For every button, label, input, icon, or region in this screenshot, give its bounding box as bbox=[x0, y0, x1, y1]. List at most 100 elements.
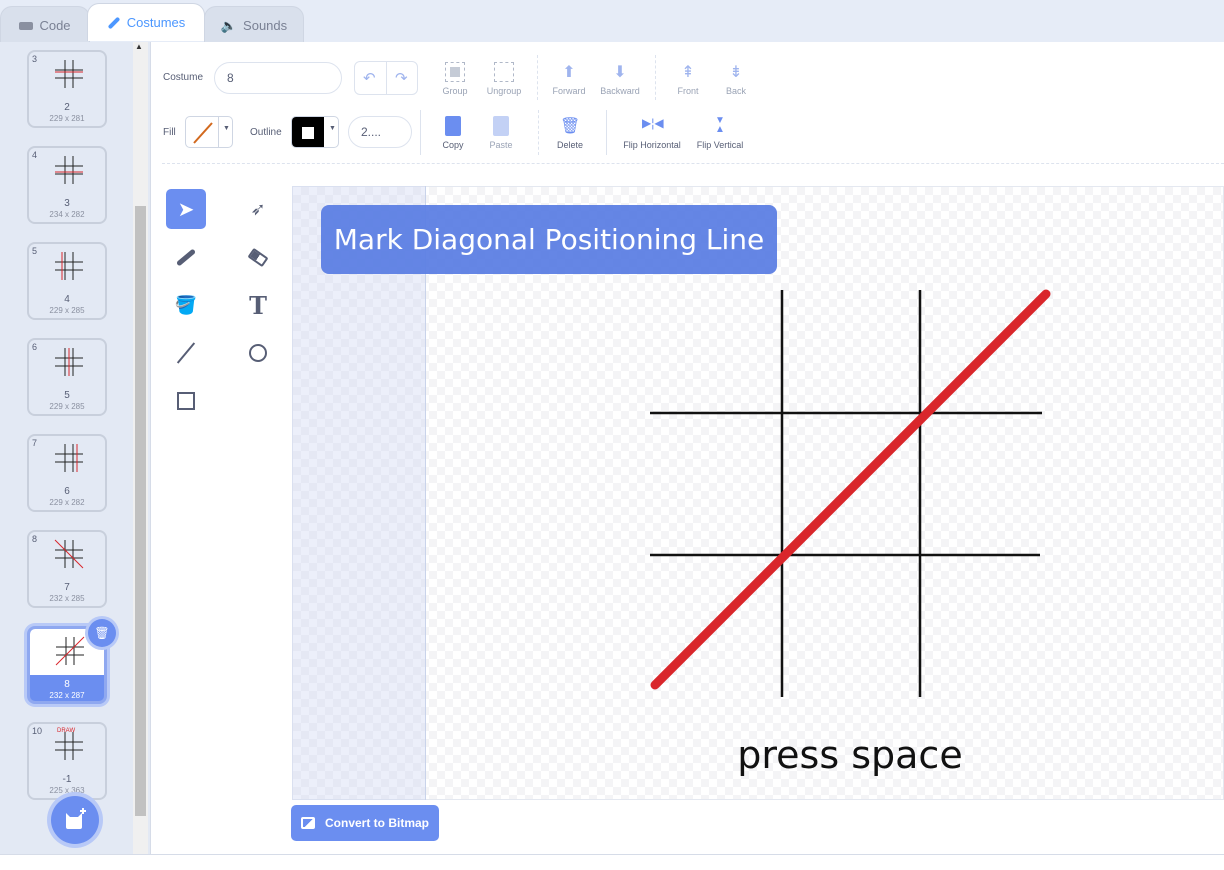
choose-costume-button[interactable] bbox=[51, 796, 99, 844]
bottom-bar bbox=[0, 854, 1224, 870]
outline-label: Outline bbox=[250, 127, 282, 138]
outline-width-input[interactable]: 2.... bbox=[348, 116, 412, 148]
brush-icon bbox=[107, 16, 121, 29]
convert-to-bitmap-button[interactable]: Convert to Bitmap bbox=[291, 805, 439, 841]
copy-button[interactable]: Copy bbox=[428, 116, 478, 150]
tab-sounds[interactable]: 🔈 Sounds bbox=[204, 6, 304, 44]
forward-icon: ⬆ bbox=[562, 64, 576, 81]
costume-size: 229 x 282 bbox=[49, 498, 85, 507]
costume-thumbnail[interactable]: 8 7 232 x 285 bbox=[27, 530, 107, 608]
tab-costumes[interactable]: Costumes bbox=[87, 3, 205, 41]
redo-icon[interactable]: ↷ bbox=[395, 69, 408, 87]
costume-list-scrollbar[interactable]: ▲ bbox=[133, 42, 148, 854]
scroll-thumb[interactable] bbox=[135, 206, 146, 816]
backward-icon: ⬇ bbox=[613, 64, 627, 81]
costume-index: 6 bbox=[32, 342, 38, 352]
flip-vertical-button[interactable]: ▼ ▲ Flip Vertical bbox=[690, 115, 750, 151]
costume-name: 2 bbox=[64, 102, 70, 113]
forward-button[interactable]: ⬆ Forward bbox=[544, 62, 594, 96]
eraser-tool[interactable] bbox=[238, 237, 278, 277]
costume-thumbnail[interactable]: 6 5 229 x 285 bbox=[27, 338, 107, 416]
costume-name: 3 bbox=[64, 198, 70, 209]
outline-color-picker[interactable]: ▼ bbox=[291, 116, 339, 148]
group-icon bbox=[445, 62, 465, 82]
tab-code[interactable]: Code bbox=[0, 6, 90, 44]
text-tool[interactable]: T bbox=[238, 285, 278, 325]
costume-preview bbox=[55, 348, 83, 376]
reshape-tool[interactable]: ➶ bbox=[238, 189, 278, 229]
costume-name: 6 bbox=[64, 486, 70, 497]
costume-name: 8 bbox=[64, 679, 70, 690]
flip-horizontal-button[interactable]: ▶¦◀ Flip Horizontal bbox=[614, 116, 690, 150]
drawing-canvas[interactable] bbox=[292, 186, 1224, 800]
back-button[interactable]: ⇟ Back bbox=[711, 62, 761, 96]
select-tool[interactable]: ➤ bbox=[166, 189, 206, 229]
costume-name: 5 bbox=[64, 390, 70, 401]
costume-index: 3 bbox=[32, 54, 38, 64]
costume-index: 9 bbox=[33, 631, 39, 641]
undo-icon[interactable]: ↶ bbox=[363, 69, 376, 87]
costume-preview bbox=[55, 156, 83, 184]
costume-name: 7 bbox=[64, 582, 70, 593]
costume-index: 5 bbox=[32, 246, 38, 256]
costume-size: 232 x 287 bbox=[49, 691, 85, 700]
ungroup-icon bbox=[494, 62, 514, 82]
brush-icon bbox=[175, 248, 197, 266]
speaker-icon: 🔈 bbox=[220, 17, 238, 33]
trash-icon: 🗑 bbox=[94, 626, 110, 640]
costume-name-input[interactable]: 8 bbox=[214, 62, 342, 94]
costume-thumbnail[interactable]: 3 2 229 x 281 bbox=[27, 50, 107, 128]
circle-tool[interactable] bbox=[238, 333, 278, 373]
costume-thumbnail[interactable]: 10 DRAW -1 225 x 363 bbox=[27, 722, 107, 800]
ungroup-button[interactable]: Ungroup bbox=[479, 62, 529, 96]
paste-button[interactable]: Paste bbox=[476, 116, 526, 150]
back-icon: ⇟ bbox=[729, 64, 743, 81]
costume-size: 229 x 281 bbox=[49, 114, 85, 123]
costume-preview bbox=[55, 60, 83, 88]
costume-thumbnail[interactable]: 5 4 229 x 285 bbox=[27, 242, 107, 320]
costume-index: 10 bbox=[32, 726, 43, 736]
costume-name-label: Costume bbox=[163, 72, 204, 83]
costume-size: 229 x 285 bbox=[49, 306, 85, 315]
code-icon bbox=[19, 21, 34, 30]
flip-horizontal-icon: ▶¦◀ bbox=[642, 116, 664, 130]
press-space-caption: press space bbox=[737, 733, 963, 777]
costume-thumbnail[interactable]: 7 6 229 x 282 bbox=[27, 434, 107, 512]
fill-tool[interactable]: 🪣 bbox=[166, 285, 206, 325]
costume-index: 4 bbox=[32, 150, 38, 160]
eraser-icon bbox=[247, 247, 269, 267]
line-tool[interactable] bbox=[166, 333, 206, 373]
backward-button[interactable]: ⬇ Backward bbox=[595, 62, 645, 96]
costume-preview bbox=[55, 252, 83, 280]
costume-preview bbox=[55, 444, 83, 472]
delete-button[interactable]: 🗑 Delete bbox=[545, 116, 595, 150]
undo-redo-group: ↶ ↷ bbox=[354, 61, 418, 95]
rectangle-tool[interactable] bbox=[166, 381, 206, 421]
costume-index: 8 bbox=[32, 534, 38, 544]
costume-index: 7 bbox=[32, 438, 38, 448]
canvas-offstage-overlay bbox=[292, 186, 426, 800]
costume-preview bbox=[54, 539, 84, 569]
brush-tool[interactable] bbox=[166, 237, 206, 277]
costume-thumbnail[interactable]: 4 3 234 x 282 bbox=[27, 146, 107, 224]
front-icon: ⇞ bbox=[681, 64, 695, 81]
copy-icon bbox=[445, 116, 461, 136]
group-button[interactable]: Group bbox=[430, 62, 480, 96]
arrow-cursor-icon: ➤ bbox=[177, 198, 195, 221]
costume-size: 232 x 285 bbox=[49, 594, 85, 603]
front-button[interactable]: ⇞ Front bbox=[663, 62, 713, 96]
costume-preview bbox=[55, 732, 83, 760]
text-icon: T bbox=[249, 290, 267, 320]
flip-vertical-icon: ▼ ▲ bbox=[715, 115, 725, 135]
outline-swatch-icon bbox=[292, 117, 324, 147]
fill-swatch-icon bbox=[193, 122, 213, 144]
reshape-icon: ➶ bbox=[250, 198, 266, 219]
scroll-up-arrow[interactable]: ▲ bbox=[135, 42, 143, 51]
costume-size: 234 x 282 bbox=[49, 210, 85, 219]
circle-icon bbox=[249, 344, 267, 362]
delete-costume-button[interactable]: 🗑 bbox=[88, 619, 116, 647]
costume-name: -1 bbox=[62, 774, 72, 785]
trash-icon: 🗑 bbox=[560, 118, 581, 135]
fill-color-picker[interactable]: ▼ bbox=[185, 116, 233, 148]
fill-label: Fill bbox=[163, 127, 176, 138]
